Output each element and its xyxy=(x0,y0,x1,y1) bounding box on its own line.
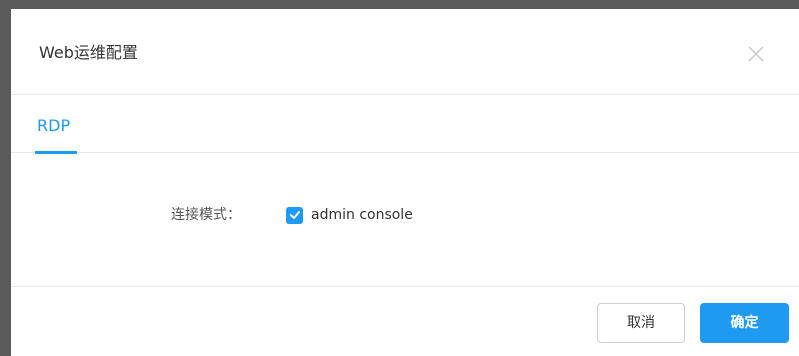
active-tab-indicator xyxy=(35,151,77,154)
dialog-header: Web运维配置 xyxy=(11,9,799,95)
tab-rdp-label: RDP xyxy=(37,116,71,135)
cancel-button[interactable]: 取消 xyxy=(597,303,685,343)
web-ops-config-dialog: Web运维配置 RDP 连接模式： admin console 取消 确定 xyxy=(11,9,799,356)
checkbox-checked-icon xyxy=(286,206,303,224)
connection-mode-row: 连接模式： admin console xyxy=(11,201,799,229)
admin-console-label: admin console xyxy=(311,207,413,223)
protocol-tabs: RDP xyxy=(11,95,799,154)
dialog-footer: 取消 确定 xyxy=(11,286,799,356)
admin-console-checkbox[interactable]: admin console xyxy=(286,205,413,225)
close-button[interactable] xyxy=(745,43,767,65)
dialog-title: Web运维配置 xyxy=(39,43,138,62)
tab-rdp[interactable]: RDP xyxy=(35,95,77,154)
confirm-button[interactable]: 确定 xyxy=(700,303,789,343)
connection-mode-label: 连接模式： xyxy=(171,207,241,223)
close-icon xyxy=(748,46,764,62)
